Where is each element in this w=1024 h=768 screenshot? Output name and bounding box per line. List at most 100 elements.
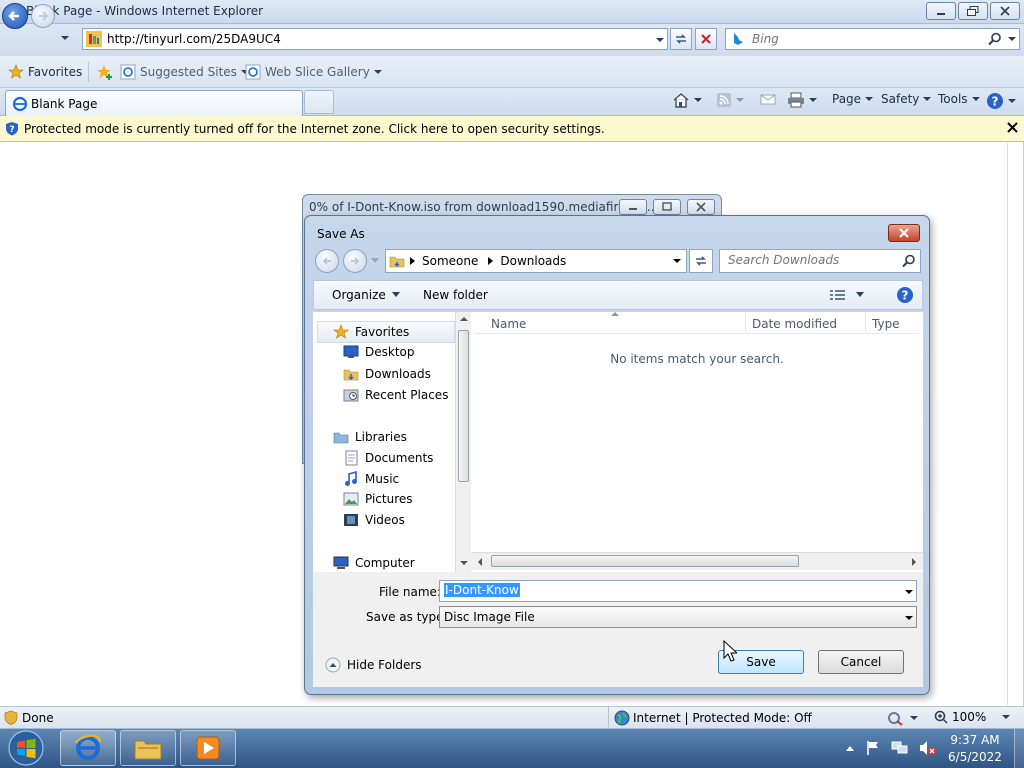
chevron-down-icon (694, 97, 702, 102)
dialog-search-input[interactable] (728, 253, 898, 267)
action-center-flag-icon[interactable] (865, 740, 881, 756)
tools-menu[interactable]: Tools (938, 92, 981, 106)
divider (88, 62, 89, 82)
information-bar-message[interactable]: Protected mode is currently turned off f… (24, 122, 605, 136)
dialog-help-button[interactable]: ? (896, 286, 914, 304)
view-options-button[interactable] (830, 289, 864, 301)
restore-button[interactable] (958, 2, 988, 20)
taskbar-media-player[interactable] (180, 730, 236, 766)
safety-menu[interactable]: Safety (881, 92, 932, 106)
address-url[interactable]: http://tinyurl.com/25DA9UC4 (107, 32, 281, 46)
help-button[interactable]: ? (986, 92, 1017, 110)
new-tab-button[interactable] (304, 90, 334, 114)
address-bar[interactable]: http://tinyurl.com/25DA9UC4 (82, 28, 668, 50)
start-button[interactable] (4, 729, 48, 767)
dialog-search-box[interactable] (719, 249, 921, 273)
breadcrumb-downloads[interactable]: Downloads (500, 254, 566, 268)
organize-button[interactable]: Organize (332, 288, 400, 302)
navigation-pane-scrollbar[interactable] (455, 312, 471, 572)
breadcrumb-dropdown[interactable] (673, 258, 682, 265)
show-hidden-icons-icon[interactable] (846, 745, 855, 752)
nav-downloads[interactable]: Downloads (343, 366, 431, 382)
dialog-back-button[interactable] (315, 249, 339, 273)
search-box[interactable] (725, 28, 1020, 50)
information-bar[interactable]: ? Protected mode is currently turned off… (0, 116, 1024, 142)
cancel-button[interactable]: Cancel (818, 650, 904, 674)
volume-muted-icon[interactable] (919, 740, 937, 756)
file-list-pane: Name Date modified Type No items match y… (471, 312, 923, 574)
suggested-sites-button[interactable]: Suggested Sites (120, 64, 250, 80)
chevron-down-icon (1008, 98, 1016, 103)
forward-button[interactable] (31, 4, 55, 28)
nav-documents[interactable]: Documents (343, 450, 433, 466)
page-vertical-scrollbar[interactable] (1007, 143, 1023, 705)
address-dropdown[interactable] (655, 36, 665, 44)
back-button[interactable] (2, 3, 28, 29)
show-desktop-button[interactable] (1014, 729, 1024, 768)
dialog-close-button[interactable] (888, 224, 920, 242)
svg-text:?: ? (902, 289, 909, 303)
column-header-date-modified[interactable]: Date modified (752, 317, 837, 331)
add-to-favorites-bar-button[interactable] (96, 64, 114, 80)
file-name-field[interactable]: I-Dont-Know (439, 580, 917, 602)
nav-music[interactable]: Music (343, 471, 399, 487)
save-as-type-value: Disc Image File (444, 610, 535, 624)
print-button[interactable] (787, 92, 818, 108)
progress-minimize-button[interactable] (619, 199, 647, 215)
progress-close-button[interactable] (687, 199, 715, 215)
close-icon (899, 228, 909, 238)
minimize-button[interactable] (926, 2, 956, 20)
chevron-down-icon[interactable] (905, 589, 914, 596)
nav-videos[interactable]: Videos (343, 513, 405, 527)
search-dropdown[interactable] (1008, 36, 1017, 43)
save-as-type-select[interactable]: Disc Image File (439, 606, 917, 628)
dialog-recent-dropdown[interactable] (371, 258, 379, 264)
read-mail-button[interactable] (760, 92, 776, 106)
taskbar-clock[interactable]: 9:37 AM 6/5/2022 (940, 732, 1010, 766)
search-icon[interactable] (988, 32, 1002, 46)
web-slice-gallery-button[interactable]: Web Slice Gallery (245, 64, 383, 80)
home-button[interactable] (672, 92, 703, 108)
security-zone-text[interactable]: Internet | Protected Mode: Off (633, 711, 812, 725)
close-window-button[interactable] (990, 2, 1020, 20)
file-list-scroll-thumb[interactable] (491, 555, 799, 567)
search-input[interactable] (752, 31, 992, 47)
page-menu[interactable]: Page (832, 92, 874, 106)
zoom-button[interactable]: 100% (934, 710, 1011, 724)
feeds-button[interactable] (716, 92, 745, 108)
mouse-cursor-icon (723, 640, 737, 662)
file-list-horizontal-scrollbar[interactable] (471, 552, 923, 570)
breadcrumb-someone[interactable]: Someone (422, 254, 478, 268)
taskbar-windows-explorer[interactable] (120, 730, 176, 766)
nav-recent-places[interactable]: Recent Places (343, 387, 448, 403)
dialog-refresh-button[interactable] (689, 249, 713, 273)
file-name-value[interactable]: I-Dont-Know (444, 583, 520, 597)
stop-button[interactable] (695, 28, 717, 50)
svg-text:?: ? (9, 125, 14, 135)
empty-message: No items match your search. (610, 352, 784, 366)
nav-desktop[interactable]: Desktop (343, 345, 415, 359)
scroll-left-arrow-icon (478, 558, 482, 566)
nav-favorites[interactable]: Favorites (333, 324, 409, 340)
network-icon[interactable] (891, 740, 909, 756)
breadcrumb-bar[interactable]: Someone Downloads (385, 249, 687, 273)
tab-blank-page[interactable]: Blank Page (5, 90, 303, 116)
refresh-button[interactable] (670, 28, 692, 50)
tab-title: Blank Page (31, 97, 98, 111)
close-information-bar-button[interactable] (1007, 122, 1018, 133)
new-folder-button[interactable]: New folder (423, 288, 488, 302)
column-header-name[interactable]: Name (491, 317, 526, 331)
nav-libraries[interactable]: Libraries (333, 429, 407, 445)
taskbar-internet-explorer[interactable] (60, 730, 116, 766)
recent-pages-dropdown[interactable] (60, 34, 70, 42)
chevron-right-icon (488, 257, 494, 265)
dialog-forward-button[interactable] (343, 249, 367, 273)
compatibility-button[interactable] (886, 710, 919, 726)
favorites-button[interactable]: Favorites (8, 64, 82, 80)
progress-maximize-button[interactable] (653, 199, 681, 215)
nav-computer[interactable]: Computer (333, 555, 415, 571)
navigation-pane-scroll-thumb[interactable] (458, 330, 469, 482)
nav-pictures[interactable]: Pictures (343, 492, 413, 506)
hide-folders-button[interactable]: Hide Folders (325, 657, 422, 673)
column-header-type[interactable]: Type (872, 317, 900, 331)
